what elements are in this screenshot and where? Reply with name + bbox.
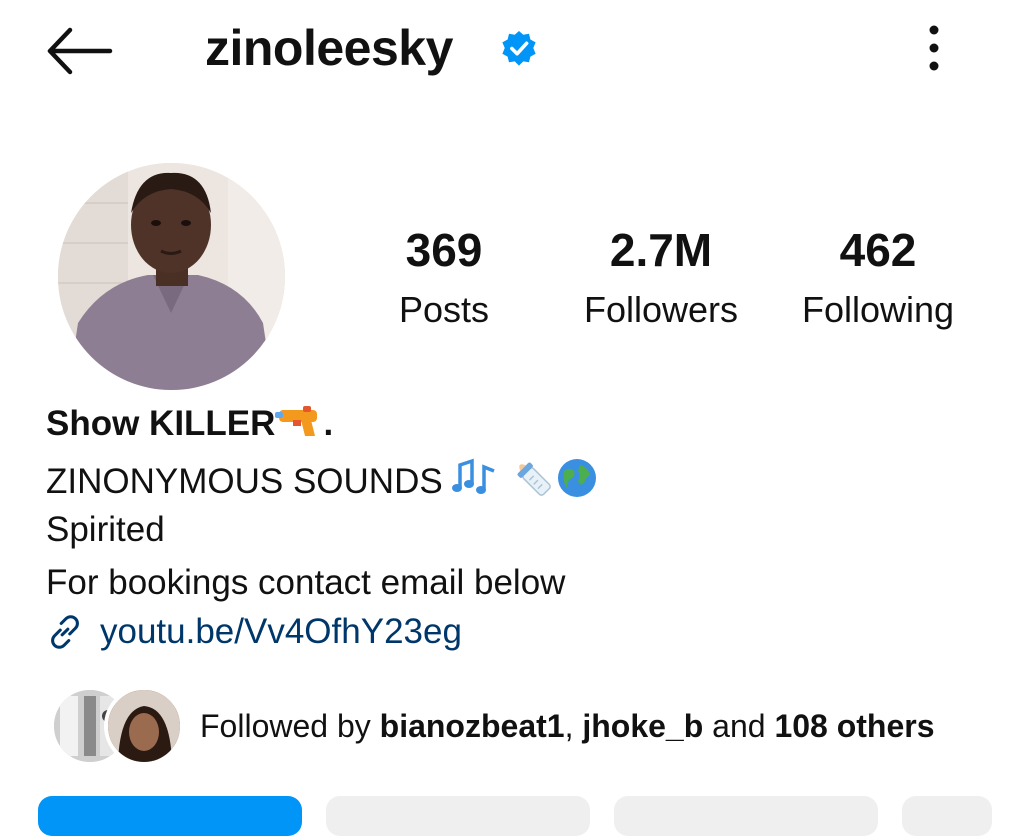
- message-button[interactable]: [326, 796, 590, 836]
- following-count: 462: [839, 224, 917, 276]
- water-pistol-emoji-icon: [275, 402, 323, 449]
- follow-button[interactable]: [38, 796, 302, 836]
- followers-stat[interactable]: 2.7M Followers: [561, 222, 761, 332]
- globe-emoji-icon: [556, 457, 598, 510]
- display-name-suffix: .: [323, 404, 334, 443]
- followed-by-separator: ,: [564, 708, 583, 744]
- contact-button[interactable]: [614, 796, 878, 836]
- display-name-text: Show KILLER: [46, 404, 276, 443]
- bio-link[interactable]: youtu.be/Vv4OfhY23eg: [46, 610, 462, 654]
- three-dots-vertical-icon: [929, 25, 939, 71]
- following-label: Following: [801, 289, 955, 330]
- bio-line-1: ZINONYMOUS SOUNDS: [46, 455, 598, 512]
- mutual-followers-others[interactable]: 108 others: [774, 708, 934, 744]
- posts-count: 369: [405, 224, 483, 276]
- bio-link-text: youtu.be/Vv4OfhY23eg: [100, 612, 462, 651]
- bio-line-2: Spirited: [46, 510, 165, 549]
- following-stat[interactable]: 462 Following: [778, 222, 978, 332]
- suggested-accounts-button[interactable]: [902, 796, 992, 836]
- mutual-followers-avatars[interactable]: [50, 686, 184, 766]
- followed-by-prefix: Followed by: [200, 708, 380, 744]
- followers-label: Followers: [583, 289, 739, 330]
- mutual-follower-2[interactable]: jhoke_b: [582, 708, 703, 744]
- followed-by-text[interactable]: Followed by bianozbeat1, jhoke_b and 108…: [200, 705, 935, 747]
- arrow-left-icon: [47, 27, 113, 75]
- verified-badge-icon: [500, 30, 538, 68]
- mutual-follower-avatar-2: [104, 686, 184, 766]
- profile-username: zinoleesky: [205, 20, 453, 76]
- profile-display-name: Show KILLER .: [46, 402, 333, 449]
- musical-notes-emoji-icon: [452, 457, 498, 510]
- more-options-button[interactable]: [910, 22, 958, 74]
- link-icon: [51, 615, 79, 649]
- posts-stat[interactable]: 369 Posts: [344, 222, 544, 332]
- bio-line-3: For bookings contact email below: [46, 563, 566, 602]
- baby-bottle-emoji-icon: [510, 455, 556, 512]
- profile-avatar[interactable]: [58, 163, 285, 390]
- followers-count: 2.7M: [609, 224, 713, 276]
- followed-by-and: and: [703, 708, 775, 744]
- back-button[interactable]: [44, 26, 114, 76]
- bio-line-1-text: ZINONYMOUS SOUNDS: [46, 461, 453, 501]
- mutual-follower-1[interactable]: bianozbeat1: [380, 708, 565, 744]
- posts-label: Posts: [398, 289, 490, 330]
